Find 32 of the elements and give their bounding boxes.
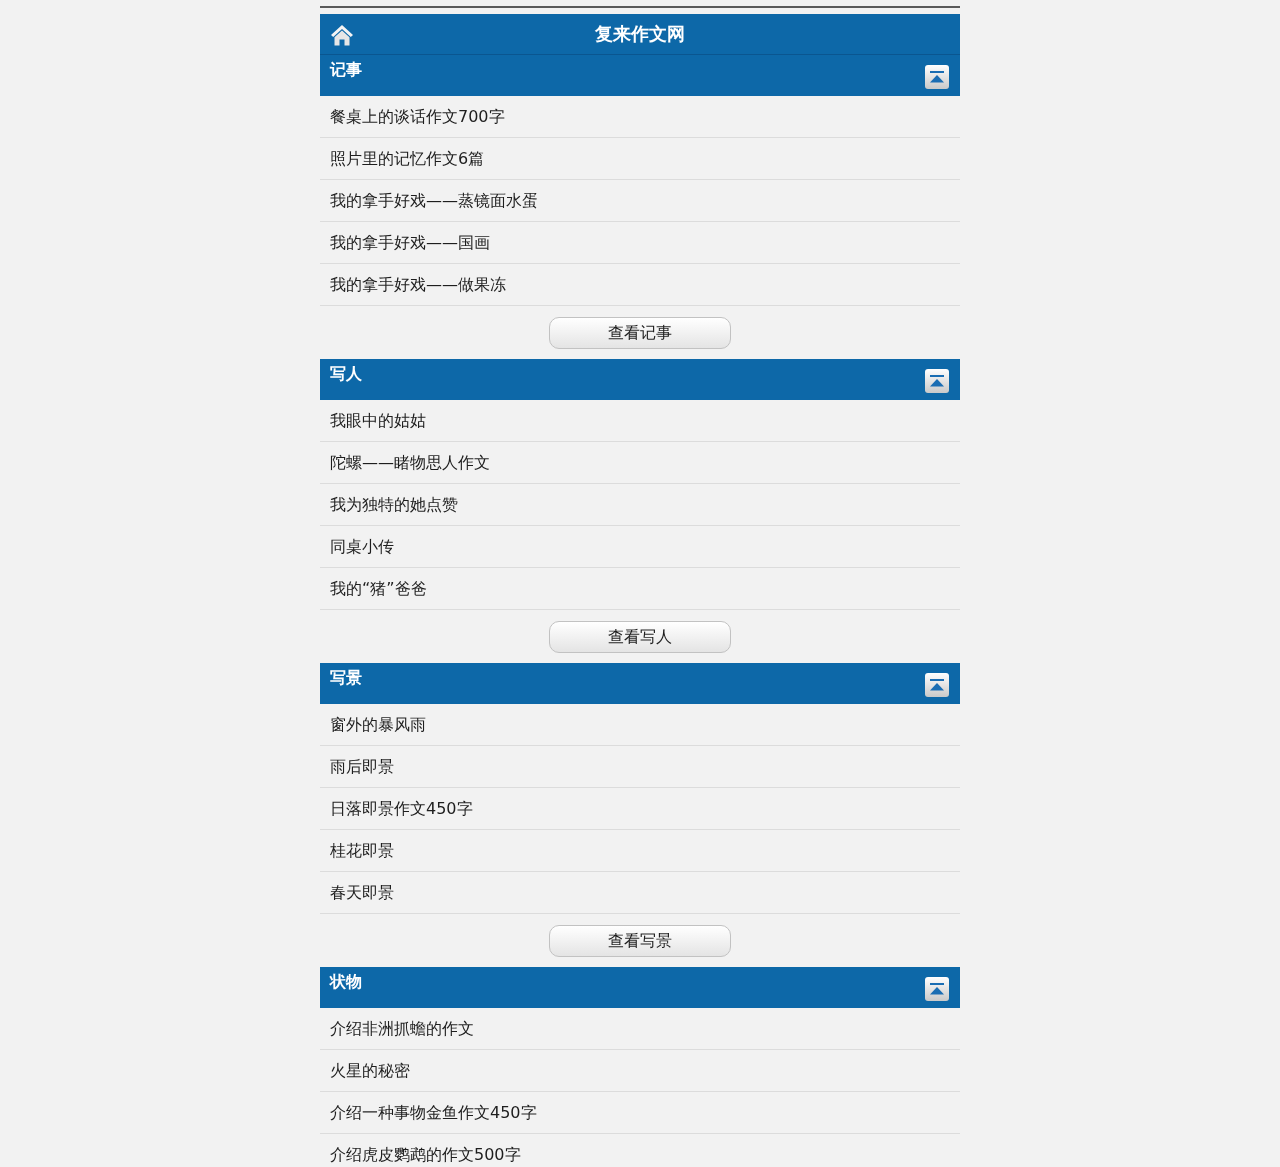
article-link[interactable]: 我为独特的她点赞 bbox=[320, 484, 960, 526]
article-link[interactable]: 窗外的暴风雨 bbox=[320, 704, 960, 746]
collapse-icon[interactable] bbox=[925, 673, 949, 697]
section-title: 写人 bbox=[330, 364, 362, 384]
article-link[interactable]: 雨后即景 bbox=[320, 746, 960, 788]
article-link[interactable]: 照片里的记忆作文6篇 bbox=[320, 138, 960, 180]
article-link[interactable]: 我的拿手好戏——国画 bbox=[320, 222, 960, 264]
view-more-button[interactable]: 查看记事 bbox=[549, 317, 731, 349]
article-link[interactable]: 介绍非洲抓蟾的作文 bbox=[320, 1008, 960, 1050]
section-title: 写景 bbox=[330, 668, 362, 688]
article-link[interactable]: 介绍虎皮鹦鹉的作文500字 bbox=[320, 1134, 960, 1167]
article-link[interactable]: 介绍一种事物金鱼作文450字 bbox=[320, 1092, 960, 1134]
article-link[interactable]: 我眼中的姑姑 bbox=[320, 400, 960, 442]
site-title: 复来作文网 bbox=[595, 22, 685, 46]
article-link[interactable]: 餐桌上的谈话作文700字 bbox=[320, 96, 960, 138]
collapse-icon[interactable] bbox=[925, 65, 949, 89]
article-link[interactable]: 春天即景 bbox=[320, 872, 960, 914]
article-link[interactable]: 桂花即景 bbox=[320, 830, 960, 872]
collapse-icon[interactable] bbox=[925, 977, 949, 1001]
article-link[interactable]: 日落即景作文450字 bbox=[320, 788, 960, 830]
article-link[interactable]: 我的拿手好戏——蒸镜面水蛋 bbox=[320, 180, 960, 222]
section-title: 状物 bbox=[330, 972, 362, 992]
home-icon[interactable] bbox=[330, 24, 354, 46]
article-link[interactable]: 我的“猪”爸爸 bbox=[320, 568, 960, 610]
article-link[interactable]: 同桌小传 bbox=[320, 526, 960, 568]
view-more-button[interactable]: 查看写人 bbox=[549, 621, 731, 653]
collapse-icon[interactable] bbox=[925, 369, 949, 393]
section-title: 记事 bbox=[330, 60, 362, 80]
view-more-button[interactable]: 查看写景 bbox=[549, 925, 731, 957]
article-link[interactable]: 我的拿手好戏——做果冻 bbox=[320, 264, 960, 306]
article-link[interactable]: 陀螺——睹物思人作文 bbox=[320, 442, 960, 484]
article-link[interactable]: 火星的秘密 bbox=[320, 1050, 960, 1092]
